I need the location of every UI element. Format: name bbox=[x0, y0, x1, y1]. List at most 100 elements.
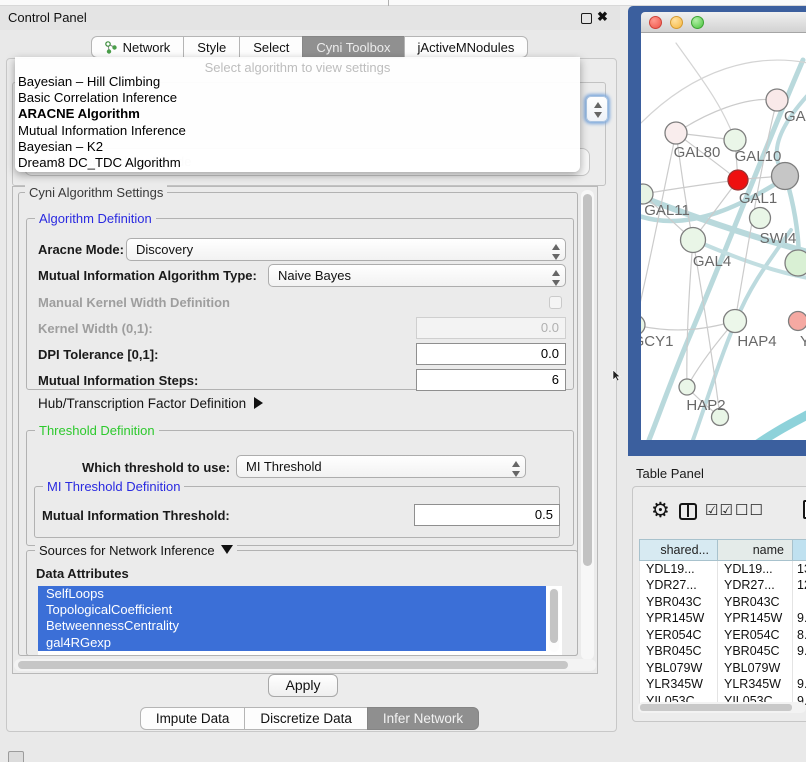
deselect-all-checkboxes-icon[interactable]: ☐☐ bbox=[735, 501, 764, 519]
table-cell: YBL079W bbox=[640, 660, 718, 677]
network-node-SWI4[interactable] bbox=[750, 208, 771, 229]
table-row[interactable]: YDL19...YDL19...13 bbox=[640, 561, 806, 578]
bottom-tab-infer-network[interactable]: Infer Network bbox=[367, 707, 479, 730]
scrollbar-thumb[interactable] bbox=[18, 661, 568, 669]
tab-select[interactable]: Select bbox=[239, 36, 303, 58]
settings-vertical-scrollbar[interactable] bbox=[581, 190, 594, 660]
attributes-list-scrollbar[interactable] bbox=[549, 588, 559, 652]
table-row[interactable]: YDR27...YDR27...12 bbox=[640, 577, 806, 594]
table-row[interactable]: YBR043CYBR043C bbox=[640, 594, 806, 611]
settings-horizontal-scrollbar[interactable] bbox=[14, 659, 596, 671]
kernel-width-field[interactable]: 0.0 bbox=[416, 317, 566, 339]
mi-steps-field[interactable]: 6 bbox=[416, 369, 566, 391]
network-canvas[interactable]: GALGAL80GAL10GAL1GAL11SWI4GAL4GCY1HAP4YH… bbox=[641, 33, 806, 440]
network-node-GAL80[interactable] bbox=[665, 122, 687, 144]
network-edge[interactable] bbox=[641, 133, 676, 325]
table-cell: YDL19... bbox=[640, 561, 718, 578]
table-row[interactable]: YLR345WYLR345W9. bbox=[640, 676, 806, 693]
node-label: GAL bbox=[784, 108, 806, 125]
tab-label: jActiveMNodules bbox=[418, 40, 515, 55]
select-all-checkboxes-icon[interactable]: ☑☑ bbox=[705, 501, 734, 519]
collapsed-arrow-icon[interactable] bbox=[254, 397, 263, 409]
network-node-n-salmon[interactable] bbox=[789, 312, 806, 331]
scrollbar-thumb[interactable] bbox=[550, 589, 558, 643]
control-panel-tabbar: Network StyleSelectCyni Toolbox jActiveMNo… bbox=[0, 36, 620, 58]
mi-algorithm-type-combobox[interactable]: Naive Bayes bbox=[268, 264, 566, 287]
network-node-GCY1[interactable] bbox=[641, 315, 645, 335]
network-window-titlebar[interactable] bbox=[641, 12, 806, 33]
network-edge[interactable] bbox=[676, 99, 777, 133]
zoom-traffic-light[interactable] bbox=[691, 16, 704, 29]
network-node-GAL1[interactable] bbox=[728, 170, 748, 190]
column-header[interactable]: A bbox=[793, 540, 806, 561]
tab-network[interactable]: Network bbox=[91, 36, 185, 58]
tab-cyni-toolbox[interactable]: Cyni Toolbox bbox=[302, 36, 404, 58]
bottom-tab-impute-data[interactable]: Impute Data bbox=[140, 707, 246, 730]
dropdown-item[interactable]: Bayesian – Hill Climbing bbox=[15, 74, 580, 90]
table-row[interactable]: YPR145WYPR145W9. bbox=[640, 610, 806, 627]
dropdown-item[interactable]: Mutual Information Inference bbox=[15, 123, 580, 139]
apply-button[interactable]: Apply bbox=[268, 674, 338, 697]
network-node-GAL4[interactable] bbox=[681, 228, 706, 253]
dropdown-item[interactable]: Dream8 DC_TDC Algorithm bbox=[15, 155, 580, 171]
aracne-mode-combobox[interactable]: Discovery bbox=[126, 238, 566, 261]
sources-group-title[interactable]: Sources for Network Inference bbox=[35, 543, 237, 558]
attribute-list-item[interactable]: gal4RGexp bbox=[38, 635, 546, 651]
node-attribute-table[interactable]: shared...nameA YDL19...YDL19...13YDR27..… bbox=[639, 539, 806, 709]
stepper-arrows-icon bbox=[552, 244, 561, 260]
column-header[interactable]: shared... bbox=[640, 540, 718, 561]
dpi-tolerance-field[interactable]: 0.0 bbox=[416, 343, 566, 365]
scrollbar-thumb[interactable] bbox=[640, 704, 792, 711]
tab-style[interactable]: Style bbox=[183, 36, 240, 58]
cyni-algorithm-settings-title: Cyni Algorithm Settings bbox=[25, 185, 167, 200]
which-threshold-combobox[interactable]: MI Threshold bbox=[236, 455, 526, 478]
algorithm-combobox-button[interactable] bbox=[586, 96, 608, 122]
close-traffic-light[interactable] bbox=[649, 16, 662, 29]
columns-icon[interactable] bbox=[679, 503, 697, 520]
network-node-n-gray[interactable] bbox=[772, 163, 799, 190]
table-row[interactable]: YBR045CYBR045C9. bbox=[640, 643, 806, 660]
table-horizontal-scrollbar[interactable] bbox=[638, 702, 806, 713]
scrollbar-thumb[interactable] bbox=[583, 194, 592, 566]
column-header[interactable]: name bbox=[718, 540, 793, 561]
network-edge[interactable] bbox=[649, 60, 803, 440]
table-row[interactable]: YBL079WYBL079W bbox=[640, 660, 806, 677]
node-label: HAP4 bbox=[737, 333, 776, 350]
table-cell: YER054C bbox=[718, 627, 793, 644]
hub-transcription-factor-section[interactable]: Hub/Transcription Factor Definition bbox=[38, 396, 263, 411]
table-panel-toolbar: ⚙ ☑☑ ☐☐ bbox=[639, 501, 806, 527]
expanded-arrow-icon[interactable] bbox=[221, 545, 233, 554]
attribute-list-item[interactable]: SelfLoops bbox=[38, 586, 546, 602]
bottom-left-panel-icon[interactable] bbox=[8, 751, 24, 762]
close-icon[interactable]: ✖ bbox=[597, 9, 608, 25]
dropdown-item[interactable]: Bayesian – K2 bbox=[15, 139, 580, 155]
node-label: GAL1 bbox=[739, 190, 777, 207]
tab-jactivemnodules[interactable]: jActiveMNodules bbox=[404, 36, 529, 58]
dropdown-item[interactable]: Basic Correlation Inference bbox=[15, 90, 580, 106]
algorithm-dropdown-popup: Select algorithm to view settings Bayesi… bbox=[15, 57, 580, 172]
tab-label: Network bbox=[123, 40, 171, 55]
table-cell: YLR345W bbox=[718, 676, 793, 693]
table-cell: YDR27... bbox=[718, 577, 793, 594]
gear-icon[interactable]: ⚙ bbox=[651, 498, 670, 523]
attribute-list-item[interactable]: BetweennessCentrality bbox=[38, 618, 546, 634]
minimize-traffic-light[interactable] bbox=[670, 16, 683, 29]
data-attributes-list[interactable]: SelfLoopsTopologicalCoefficientBetweenne… bbox=[38, 586, 562, 655]
node-label: Y bbox=[800, 333, 806, 350]
network-edge[interactable] bbox=[643, 180, 738, 194]
network-node-HAP4[interactable] bbox=[724, 310, 747, 333]
manual-kernel-checkbox[interactable] bbox=[549, 296, 562, 309]
stepper-arrows-icon bbox=[512, 461, 521, 477]
mi-threshold-definition-title: MI Threshold Definition bbox=[43, 479, 184, 494]
bottom-tab-discretize-data[interactable]: Discretize Data bbox=[244, 707, 368, 730]
table-header-row[interactable]: shared...nameA bbox=[640, 540, 806, 561]
attribute-list-item[interactable]: TopologicalCoefficient bbox=[38, 602, 546, 618]
network-node-HAP2[interactable] bbox=[679, 379, 695, 395]
float-window-icon[interactable] bbox=[581, 13, 592, 24]
network-node-n-right-green[interactable] bbox=[785, 250, 806, 276]
mi-threshold-field[interactable]: 0.5 bbox=[414, 504, 560, 526]
cyni-toolbox-bottom-tabs: Impute DataDiscretize DataInfer Network bbox=[0, 707, 620, 730]
network-edge[interactable] bbox=[741, 413, 806, 440]
dropdown-item[interactable]: ARACNE Algorithm bbox=[15, 106, 580, 122]
table-row[interactable]: YER054CYER054C8. bbox=[640, 627, 806, 644]
